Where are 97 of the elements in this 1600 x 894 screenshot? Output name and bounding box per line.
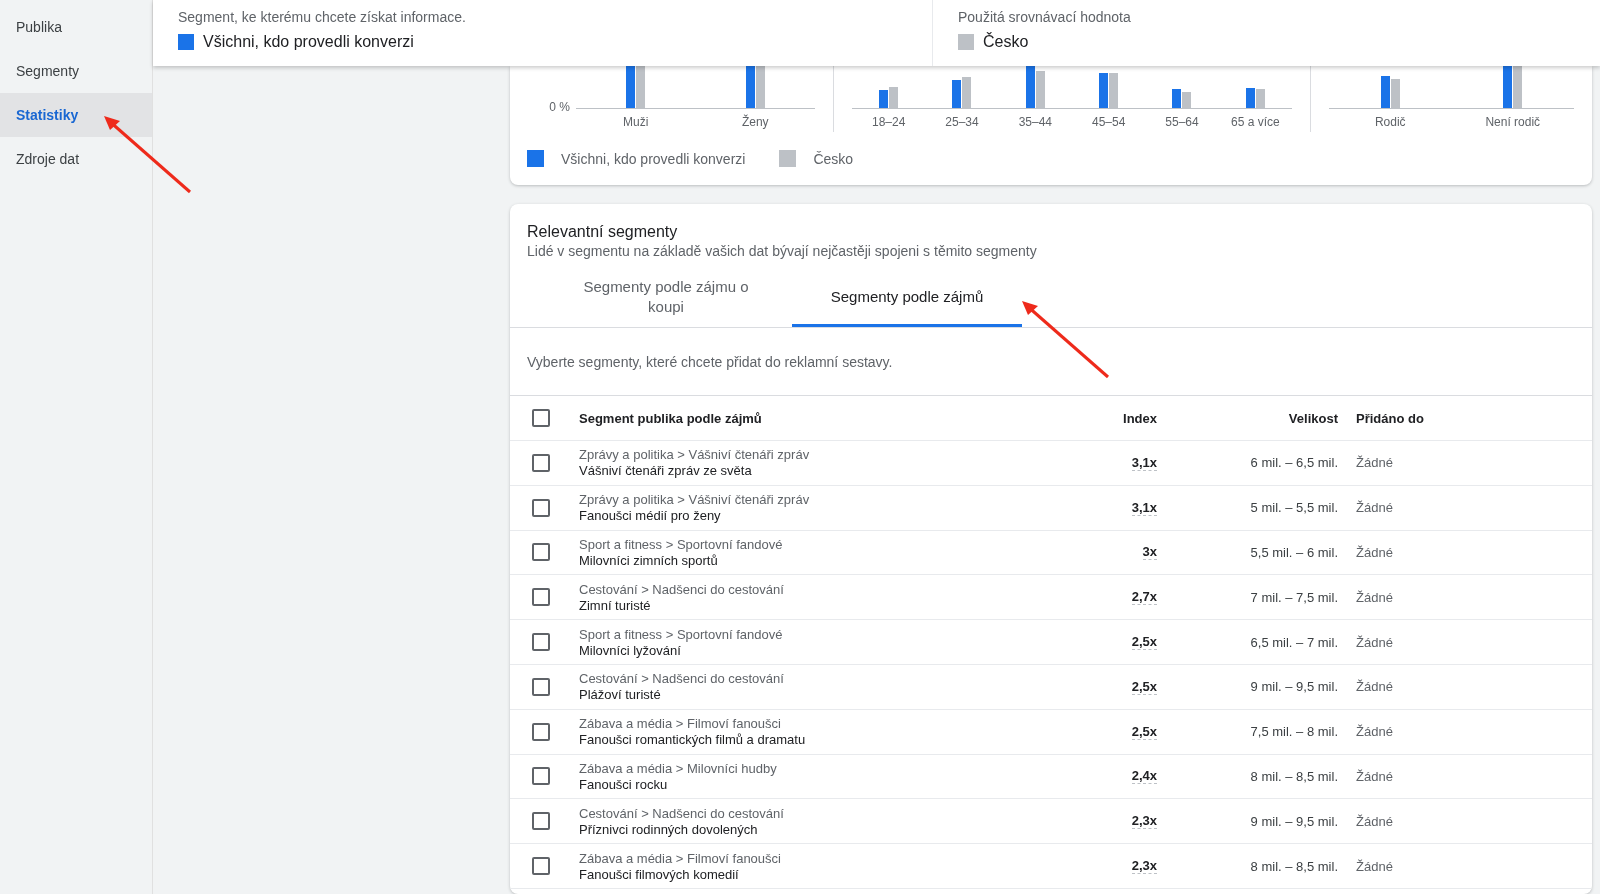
- segment-path: Sport a fitness > Sportovní fandové: [579, 537, 784, 552]
- sidebar-item[interactable]: Publika: [0, 5, 152, 49]
- segment-name: Plážoví turisté: [579, 687, 662, 703]
- card-subtitle: Lidé v segmentu na základě vašich dat bývají nejčastěji spojeni s těmito segmenty: [526, 242, 1038, 259]
- size-value: 7 mil. – 7,5 mil.: [1249, 589, 1338, 605]
- column-header: Index: [1122, 410, 1157, 426]
- segment-path: Zábava a média > Filmoví fanoušci: [579, 716, 782, 732]
- row-checkbox[interactable]: [532, 812, 550, 831]
- category-label: 18–24: [870, 115, 907, 129]
- chart-bar: [879, 90, 889, 108]
- sidebar-item[interactable]: Segmenty: [0, 49, 152, 93]
- segment-name: Fanoušci filmových komedií: [579, 866, 740, 882]
- index-value: 3x: [1142, 544, 1157, 561]
- segment-path: Cestování > Nadšenci do cestování: [579, 805, 785, 821]
- index-value: 2,3x: [1131, 813, 1157, 830]
- index-value: 3,1x: [1131, 499, 1157, 516]
- added-value: Žádné: [1355, 679, 1394, 695]
- column-header: Velikost: [1287, 410, 1338, 426]
- segment-name: Fanoušci rocku: [579, 776, 669, 792]
- column-header: Segment publika podle zájmů: [579, 410, 763, 426]
- segment-caption: Segment, ke kterému chcete získat informace.: [178, 9, 467, 25]
- segment-path: Cestování > Nadšenci do cestování: [579, 671, 785, 687]
- category-label: 55–64: [1164, 115, 1200, 129]
- segment-path: Zábava a média > Milovníci hudby: [579, 760, 778, 776]
- added-value: Žádné: [1355, 455, 1394, 471]
- category-label: 45–54: [1090, 115, 1127, 129]
- instruction-text: Vyberte segmenty, které chcete přidat do reklamní sestavy.: [510, 328, 1592, 396]
- select-all-checkbox[interactable]: [532, 409, 550, 427]
- row-checkbox[interactable]: [532, 857, 550, 876]
- segment-path: Cestování > Nadšenci do cestování: [579, 581, 785, 597]
- added-value: Žádné: [1355, 858, 1394, 874]
- row-checkbox[interactable]: [532, 677, 550, 696]
- category-label: 65 a více: [1229, 115, 1281, 129]
- added-value: Žádné: [1355, 500, 1394, 516]
- added-value: Žádné: [1355, 589, 1394, 605]
- segment-name: Milovníci lyžování: [579, 642, 682, 658]
- added-value: Žádné: [1355, 724, 1394, 740]
- segment-name: Fanoušci romantických filmů a dramatu: [579, 732, 807, 748]
- row-checkbox[interactable]: [532, 498, 550, 517]
- tab[interactable]: Segmenty podle zájmu o koupi: [540, 269, 792, 327]
- card-title: Relevantní segmenty: [526, 222, 679, 241]
- index-value: 2,5x: [1131, 634, 1157, 651]
- sidebar-item[interactable]: Zdroje dat: [0, 137, 152, 181]
- segment-caption: Použitá srovnávací hodnota: [958, 9, 1131, 25]
- size-value: 8 mil. – 8,5 mil.: [1249, 768, 1338, 784]
- size-value: 8 mil. – 8,5 mil.: [1249, 858, 1338, 874]
- index-value: 2,5x: [1131, 678, 1157, 695]
- segment-name: Příznivci rodinných dovolených: [579, 821, 759, 837]
- index-value: 2,5x: [1131, 723, 1157, 740]
- legend-label: Česko: [813, 150, 854, 167]
- sidebar-item[interactable]: Statistiky: [0, 93, 152, 137]
- index-value: 2,4x: [1131, 768, 1157, 785]
- segment-value: Všichni, kdo provedli konverzi: [203, 33, 414, 51]
- category-label: Muži: [622, 115, 650, 129]
- row-checkbox[interactable]: [532, 543, 550, 562]
- segment-path: Zprávy a politika > Vášniví čtenáři zpráv: [579, 492, 811, 508]
- category-label: 35–44: [1017, 115, 1053, 129]
- segment-value: Česko: [983, 33, 1029, 51]
- chart-bar: [952, 80, 962, 108]
- size-value: 9 mil. – 9,5 mil.: [1249, 813, 1338, 829]
- row-checkbox[interactable]: [532, 767, 550, 786]
- size-value: 7,5 mil. – 8 mil.: [1249, 724, 1338, 740]
- row-checkbox[interactable]: [532, 453, 550, 472]
- axis-label: 0 %: [548, 99, 571, 116]
- chart-bar: [1172, 89, 1182, 108]
- legend-label: Všichni, kdo provedli konverzi: [561, 150, 746, 167]
- added-value: Žádné: [1355, 768, 1394, 784]
- size-value: 5 mil. – 5,5 mil.: [1249, 500, 1338, 516]
- row-checkbox[interactable]: [532, 722, 550, 741]
- size-value: 9 mil. – 9,5 mil.: [1249, 679, 1338, 695]
- segment-name: Fanoušci médií pro ženy: [579, 508, 722, 524]
- size-value: 5,5 mil. – 6 mil.: [1249, 545, 1338, 560]
- size-value: 6 mil. – 6,5 mil.: [1249, 455, 1338, 471]
- index-value: 3,1x: [1131, 454, 1157, 471]
- category-label: Ženy: [740, 115, 770, 129]
- added-value: Žádné: [1355, 545, 1394, 560]
- segment-path: Zprávy a politika > Vášniví čtenáři zpráv: [579, 447, 811, 463]
- added-value: Žádné: [1355, 634, 1394, 650]
- size-value: 6,5 mil. – 7 mil.: [1249, 634, 1338, 650]
- row-checkbox[interactable]: [532, 588, 550, 607]
- segment-path: Sport a fitness > Sportovní fandové: [579, 626, 784, 642]
- chart-bar: [1099, 73, 1109, 108]
- chart-bar: [1380, 76, 1390, 108]
- segment-name: Vášniví čtenáři zpráv ze světa: [579, 463, 753, 479]
- segment-name: Milovníci zimních sportů: [579, 553, 719, 568]
- category-label: Není rodič: [1484, 115, 1542, 129]
- category-label: 25–34: [944, 115, 980, 129]
- row-checkbox[interactable]: [532, 633, 550, 652]
- index-value: 2,3x: [1131, 858, 1157, 875]
- category-label: Rodič: [1373, 115, 1407, 129]
- index-value: 2,7x: [1131, 589, 1157, 606]
- added-value: Žádné: [1355, 813, 1394, 829]
- tab[interactable]: Segmenty podle zájmů: [792, 269, 1022, 327]
- column-header: Přidáno do: [1355, 410, 1425, 426]
- segment-name: Zimní turisté: [579, 597, 652, 613]
- chart-bar: [1245, 88, 1255, 108]
- segment-path: Zábava a média > Filmoví fanoušci: [579, 850, 782, 866]
